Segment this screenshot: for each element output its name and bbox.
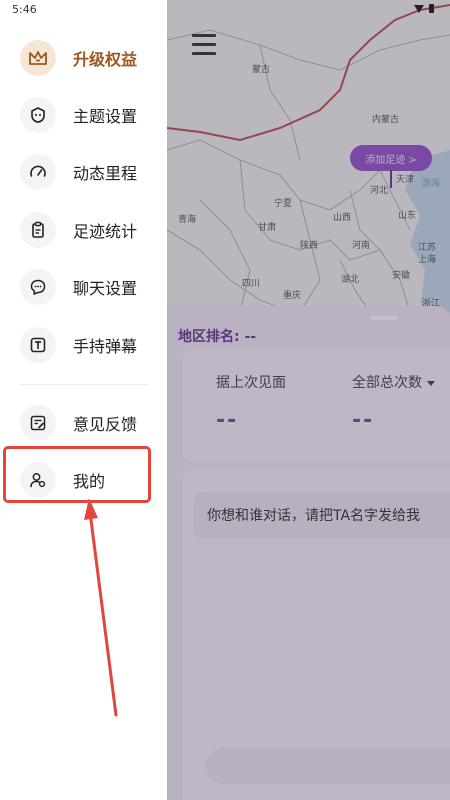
annotation-arrow bbox=[84, 498, 118, 717]
